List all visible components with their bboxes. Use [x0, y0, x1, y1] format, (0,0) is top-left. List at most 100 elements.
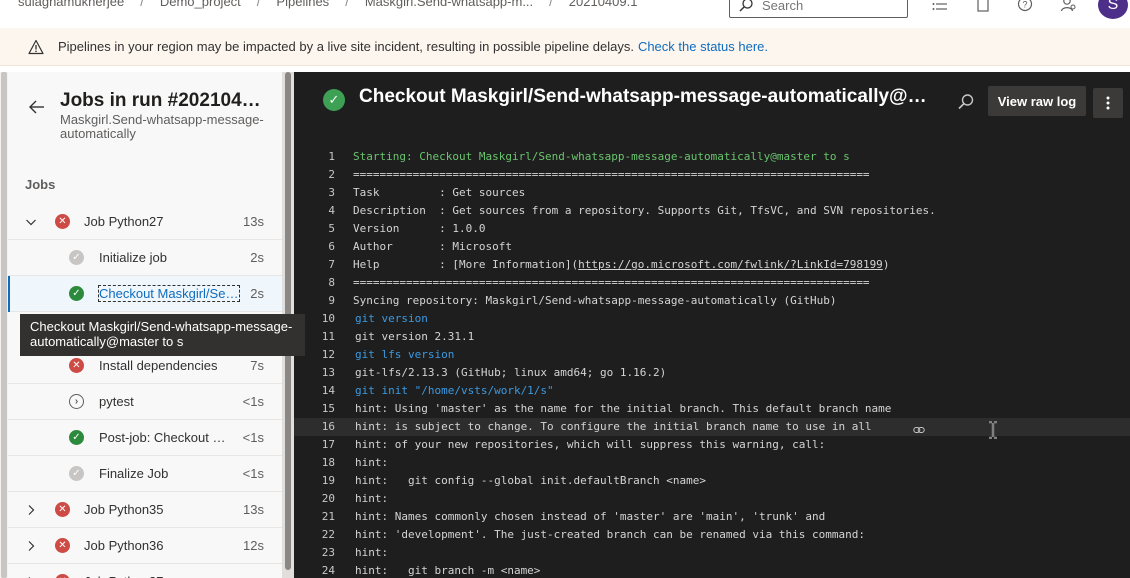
line-number[interactable]: 14 — [294, 382, 335, 400]
job-row[interactable]: ✕ Job Python27 13s — [8, 204, 282, 240]
skipped-status-icon: ✓ — [69, 466, 84, 481]
log-line: 21 hint: Names commonly chosen instead of… — [294, 508, 1130, 526]
line-number[interactable]: 21 — [294, 508, 335, 526]
log-link[interactable]: https://go.microsoft.com/fwlink/?LinkId=… — [578, 258, 883, 271]
log-search-icon[interactable] — [957, 93, 975, 111]
line-number[interactable]: 16 — [294, 418, 335, 436]
skipped-status-icon: ✓ — [69, 250, 84, 265]
line-text: Description : Get sources from a reposit… — [353, 202, 936, 220]
log-line: 6 Author : Microsoft — [294, 238, 1130, 256]
line-text: hint: git config --global init.defaultBr… — [355, 472, 706, 490]
line-text: Help : [More Information](https://go.mic… — [353, 256, 889, 274]
job-row[interactable]: ✕ Job Python37 — [8, 564, 282, 578]
view-raw-log-button[interactable]: View raw log — [988, 86, 1086, 116]
chevron-right-icon[interactable] — [25, 504, 37, 516]
page-title: Jobs in run #20210409.1 — [60, 90, 270, 111]
line-number[interactable]: 8 — [294, 274, 335, 292]
step-row[interactable]: ✓ Checkout Maskgirl/Send-whatsapp-message… — [8, 276, 282, 312]
svg-text:?: ? — [1022, 0, 1027, 10]
global-search[interactable] — [729, 0, 908, 18]
job-duration: <1s — [242, 430, 264, 445]
user-avatar[interactable]: S — [1098, 0, 1128, 19]
line-text-content: git version — [355, 312, 428, 325]
chevron-down-icon[interactable] — [25, 216, 37, 228]
line-number[interactable]: 7 — [294, 256, 335, 274]
log-line: 20 hint: — [294, 490, 1130, 508]
pending-status-icon: › — [69, 394, 84, 409]
job-name: Checkout Maskgirl/Send-whatsapp-message-… — [98, 285, 240, 302]
line-text: hint: Using 'master' as the name for the… — [355, 400, 891, 418]
line-number[interactable]: 18 — [294, 454, 335, 472]
line-number[interactable]: 4 — [294, 202, 335, 220]
line-number[interactable]: 19 — [294, 472, 335, 490]
text-cursor-icon — [988, 420, 998, 440]
line-text-content: hint: is subject to change. To configure… — [355, 420, 872, 433]
log-line: 14 git init "/home/vsts/work/1/s" — [294, 382, 1130, 400]
line-number[interactable]: 3 — [294, 184, 335, 202]
breadcrumb-project[interactable]: Demo_project — [156, 0, 245, 9]
line-number[interactable]: 2 — [294, 166, 335, 184]
line-text-content: ========================================… — [353, 168, 870, 181]
line-text-content: Author : Microsoft — [353, 240, 512, 253]
line-number[interactable]: 20 — [294, 490, 335, 508]
line-text-content: ========================================… — [353, 276, 870, 289]
log-line: 23 hint: — [294, 544, 1130, 562]
log-line: 11 git version 2.31.1 — [294, 328, 1130, 346]
line-number[interactable]: 1 — [294, 148, 335, 166]
job-row[interactable]: ✕ Job Python35 13s — [8, 492, 282, 528]
copy-link-icon[interactable] — [913, 423, 925, 433]
line-number[interactable]: 23 — [294, 544, 335, 562]
failed-status-icon: ✕ — [55, 214, 70, 229]
line-text-content: hint: — [355, 546, 389, 559]
line-text-content: git version 2.31.1 — [355, 330, 475, 343]
line-text-content: hint: Names commonly chosen instead of '… — [355, 510, 826, 523]
top-bar: sulaghamukherjee / Demo_project / Pipeli… — [0, 0, 1130, 28]
line-text-content: git-lfs/2.13.3 (GitHub; linux amd64; go … — [355, 366, 667, 379]
job-duration: 2s — [250, 286, 264, 301]
line-text-content: hint: of your new repositories, which wi… — [355, 438, 826, 451]
job-duration: <1s — [242, 466, 264, 481]
log-line: 2 =======================================… — [294, 166, 1130, 184]
step-row[interactable]: › pytest <1s — [8, 384, 282, 420]
line-text-content: hint: git branch -m <name> — [355, 564, 541, 577]
line-number[interactable]: 17 — [294, 436, 335, 454]
back-arrow-icon[interactable] — [28, 98, 46, 116]
breadcrumb-organization[interactable]: sulaghamukherjee — [14, 0, 128, 9]
status-link[interactable]: Check the status here. — [638, 39, 768, 54]
line-text: hint: — [355, 490, 388, 508]
success-check-icon: ✓ — [323, 89, 345, 111]
step-row[interactable]: ✓ Post-job: Checkout Maskgirl/Send-whatsa… — [8, 420, 282, 456]
chevron-right-icon[interactable] — [25, 540, 37, 552]
log-line: 9 Syncing repository: Maskgirl/Send-whats… — [294, 292, 1130, 310]
left-scrollbar-thumb[interactable] — [1, 72, 7, 578]
user-settings-icon[interactable] — [1057, 0, 1079, 14]
breadcrumb-pipeline[interactable]: Maskgirl.Send-whatsapp-m... — [361, 0, 537, 9]
line-text: git version 2.31.1 — [355, 328, 474, 346]
search-input[interactable] — [762, 0, 902, 13]
left-scrollbar[interactable] — [0, 72, 8, 578]
line-number[interactable]: 5 — [294, 220, 335, 238]
log-line: 19 hint: git config --global init.default… — [294, 472, 1130, 490]
line-number[interactable]: 24 — [294, 562, 335, 578]
task-list-icon[interactable] — [929, 0, 951, 14]
line-number[interactable]: 9 — [294, 292, 335, 310]
step-row[interactable]: ✓ Finalize Job <1s — [8, 456, 282, 492]
breadcrumb-pipelines[interactable]: Pipelines — [272, 0, 333, 9]
warning-icon — [28, 39, 44, 55]
log-pane: ✓ Checkout Maskgirl/Send-whatsapp-messag… — [294, 72, 1130, 578]
marketplace-icon[interactable] — [972, 0, 994, 14]
line-number[interactable]: 15 — [294, 400, 335, 418]
line-text: hint: Names commonly chosen instead of '… — [355, 508, 825, 526]
breadcrumb-run[interactable]: 20210409.1 — [565, 0, 642, 9]
line-text: hint: 'development'. The just-created br… — [355, 526, 865, 544]
log-line: 24 hint: git branch -m <name> — [294, 562, 1130, 578]
step-row[interactable]: ✓ Initialize job 2s — [8, 240, 282, 276]
more-options-icon[interactable] — [1093, 88, 1123, 118]
line-number[interactable]: 13 — [294, 364, 335, 382]
help-icon[interactable]: ? — [1014, 0, 1036, 14]
line-number[interactable]: 22 — [294, 526, 335, 544]
success-check-icon: ✓ — [69, 430, 84, 445]
job-duration: 13s — [243, 502, 264, 517]
job-row[interactable]: ✕ Job Python36 12s — [8, 528, 282, 564]
line-number[interactable]: 6 — [294, 238, 335, 256]
